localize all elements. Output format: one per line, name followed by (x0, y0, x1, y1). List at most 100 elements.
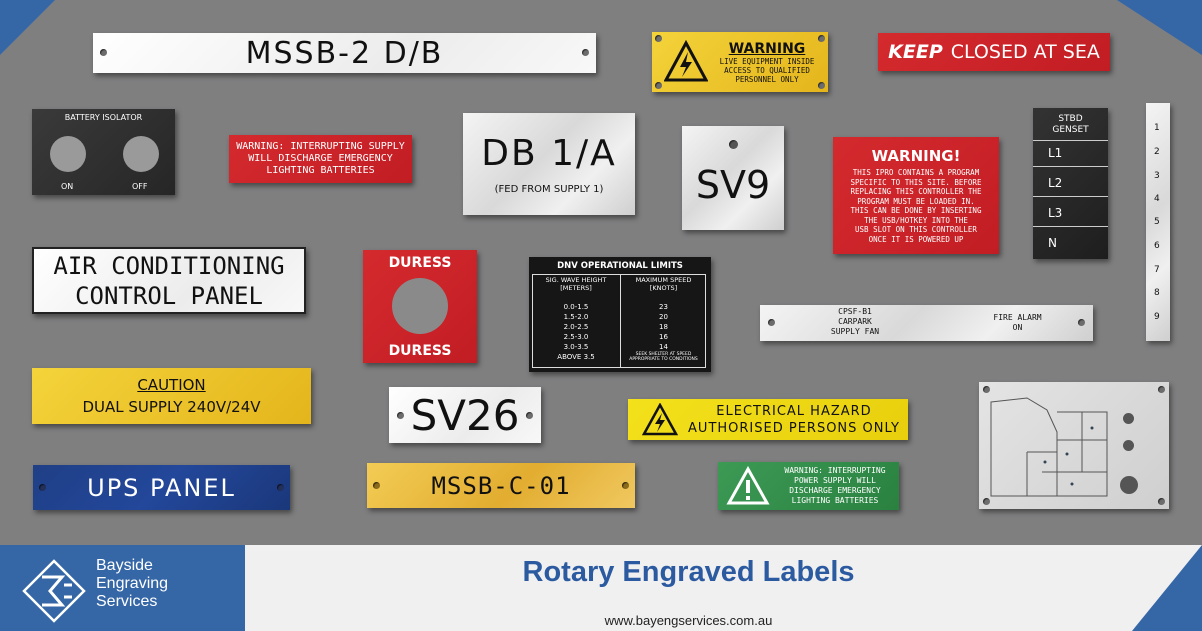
screw-hole (1158, 498, 1165, 505)
scale-number: 7 (1154, 265, 1160, 275)
warning-line: LIGHTING BATTERIES (791, 496, 879, 505)
cpsf-line: CARPARK (838, 317, 872, 326)
label-duress: DURESS DURESS (363, 250, 477, 363)
dnv-cell: APPROPRIATE TO CONDITIONS (629, 357, 698, 362)
warning-line: POWER SUPPLY WILL (794, 476, 876, 485)
label-number-scale: 1 2 3 4 5 6 7 8 9 (1146, 103, 1170, 341)
dnv-cell: 23 (659, 303, 668, 311)
label-electrical-hazard: ELECTRICAL HAZARD AUTHORISED PERSONS ONL… (628, 399, 908, 440)
warning-line: DISCHARGE EMERGENCY (789, 486, 881, 495)
dnv-cell: ABOVE 3.5 (557, 353, 595, 361)
dnv-header: [KNOTS] (649, 284, 678, 292)
panel-indicator-small (1123, 413, 1134, 424)
label-battery-isolator: BATTERY ISOLATOR ON OFF (32, 109, 175, 195)
warning-line: PERSONNEL ONLY (735, 74, 799, 84)
company-name-line: Services (96, 593, 158, 610)
label-warning-ipro: WARNING! THIS IPRO CONTAINS A PROGRAM SP… (833, 137, 999, 254)
label-floor-plan-panel (979, 382, 1169, 509)
warning-line: ACCESS TO QUALIFIED (724, 65, 810, 75)
sv26-text: SV26 (410, 390, 520, 440)
db-subtitle: (FED FROM SUPPLY 1) (494, 184, 604, 195)
warning-line: USB SLOT ON THIS CONTROLLER (855, 225, 977, 234)
hazard-line: AUTHORISED PERSONS ONLY (688, 420, 900, 436)
dnv-cell: 1.5-2.0 (563, 313, 589, 321)
warning-line: WARNING: INTERRUPTING SUPPLY (236, 141, 405, 152)
label-ups-panel: UPS PANEL (33, 465, 290, 510)
top-right-corner-accent (1117, 0, 1202, 55)
genset-item: L1 (1048, 146, 1063, 160)
warning-triangle-icon (726, 466, 770, 505)
label-sv26: SV26 (389, 387, 541, 443)
genset-divider (1033, 166, 1108, 167)
genset-divider (1033, 140, 1108, 141)
scale-number: 5 (1154, 217, 1160, 227)
company-logo-block: Bayside Engraving Services (0, 545, 245, 631)
duress-top-text: DURESS (388, 255, 452, 271)
label-mssb-c-01: MSSB-C-01 (367, 463, 635, 508)
warning-line: WARNING: INTERRUPTING (784, 466, 886, 475)
screw-hole (768, 319, 775, 326)
scale-number: 8 (1154, 288, 1160, 298)
mssbc-text: MSSB-C-01 (431, 471, 571, 500)
dnv-cell: 2.0-2.5 (563, 323, 589, 331)
genset-item: N (1048, 236, 1057, 250)
electrical-hazard-icon (642, 403, 678, 436)
scale-number: 3 (1154, 171, 1160, 181)
label-green-warning-interrupting-power: WARNING: INTERRUPTING POWER SUPPLY WILL … (718, 462, 899, 510)
genset-item: L2 (1048, 176, 1063, 190)
warning-line: LIGHTING BATTERIES (266, 165, 375, 176)
caution-title: CAUTION (137, 376, 206, 394)
label-keep-closed-at-sea: KEEP CLOSED AT SEA (878, 33, 1110, 71)
label-text: MSSB-2 D/B (245, 35, 444, 71)
genset-divider (1033, 226, 1108, 227)
db-title: DB 1/A (481, 133, 617, 174)
screw-hole (373, 482, 380, 489)
screw-hole (39, 484, 46, 491)
screw-hole (1158, 386, 1165, 393)
label-mssb-2-db: MSSB-2 D/B (93, 33, 596, 73)
warning-line: REPLACING THIS CONTROLLER THE (850, 187, 982, 196)
dnv-header: MAXIMUM SPEED (635, 276, 692, 284)
electrical-hazard-icon (664, 40, 708, 82)
company-name-line: Bayside (96, 557, 153, 574)
warning-line: THIS CAN BE DONE BY INSERTING (850, 206, 982, 215)
screw-hole (526, 412, 533, 419)
screw-hole (277, 484, 284, 491)
warning-line: THE USB/HOTKEY INTO THE (864, 215, 968, 225)
warning-line: THIS IPRO CONTAINS A PROGRAM (852, 168, 980, 177)
cpsf-line: CPSF-B1 (838, 307, 872, 316)
keep-text: KEEP (888, 41, 943, 63)
duress-bottom-text: DURESS (388, 343, 452, 359)
website-url-text[interactable]: www.bayengservices.com.au (605, 613, 773, 628)
sv9-text: SV9 (695, 163, 771, 207)
website-url[interactable]: www.bayengservices.com.au (245, 612, 1132, 630)
genset-title-line: STBD (1058, 114, 1083, 124)
dnv-cell: 3.0-3.5 (563, 343, 589, 351)
closed-at-sea-text: CLOSED AT SEA (950, 41, 1100, 63)
dnv-header: SIG. WAVE HEIGHT (545, 276, 607, 284)
warning-line: PROGRAM MUST BE LOADED IN. (857, 196, 975, 206)
panel-button-hole (1120, 476, 1138, 494)
screw-hole (100, 49, 107, 56)
page-title-text: Rotary Engraved Labels (522, 556, 855, 588)
warning-line: ONCE IT IS POWERED UP (868, 234, 964, 244)
warning-line: LIVE EQUIPMENT INSIDE (719, 56, 815, 66)
label-display-board: MSSB-2 D/B WARNING LIVE EQUIPMENT INSIDE… (0, 0, 1202, 545)
label-warning-interrupting-supply: WARNING: INTERRUPTING SUPPLY WILL DISCHA… (229, 135, 412, 183)
hanging-hole (729, 140, 738, 149)
label-line: AIR CONDITIONING (53, 251, 285, 280)
warning-line: WILL DISCHARGE EMERGENCY (248, 153, 393, 164)
label-caution-dual-supply: CAUTION DUAL SUPPLY 240V/24V (32, 368, 311, 424)
scale-number: 6 (1154, 241, 1160, 251)
caution-subtitle: DUAL SUPPLY 240V/24V (82, 398, 261, 416)
scale-number: 9 (1154, 312, 1160, 322)
screw-hole (582, 49, 589, 56)
warning-line: SPECIFIC TO THIS SITE. BEFORE (850, 177, 982, 187)
on-label: ON (61, 182, 74, 191)
page-title: Rotary Engraved Labels (245, 556, 1132, 589)
bayside-logo-icon (22, 559, 86, 623)
label-sv9: SV9 (682, 126, 784, 230)
ups-text: UPS PANEL (87, 473, 236, 502)
panel-indicator-small (1123, 440, 1134, 451)
scale-number: 2 (1154, 147, 1160, 157)
